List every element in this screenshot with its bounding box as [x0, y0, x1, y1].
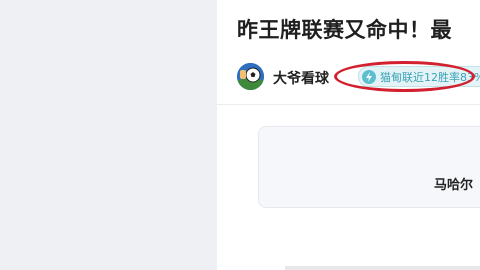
article-title: 昨王牌联赛又命中！最 [237, 18, 452, 42]
red-circle-annotation [334, 61, 475, 92]
left-panel [0, 0, 217, 270]
match-card-text: 马哈尔 [434, 178, 474, 193]
page: 昨王牌联赛又命中！最 大爷看球 猫甸联近12胜率83% 马哈尔 [0, 0, 480, 270]
match-card[interactable]: 马哈尔 [258, 126, 480, 208]
soccer-ball-avatar-icon[interactable] [237, 63, 264, 90]
article-content: 昨王牌联赛又命中！最 大爷看球 猫甸联近12胜率83% 马哈尔 [217, 0, 480, 270]
bottom-edge [285, 266, 480, 270]
divider [217, 104, 480, 105]
author-name[interactable]: 大爷看球 [273, 68, 329, 88]
avatar-graphic [237, 63, 264, 90]
